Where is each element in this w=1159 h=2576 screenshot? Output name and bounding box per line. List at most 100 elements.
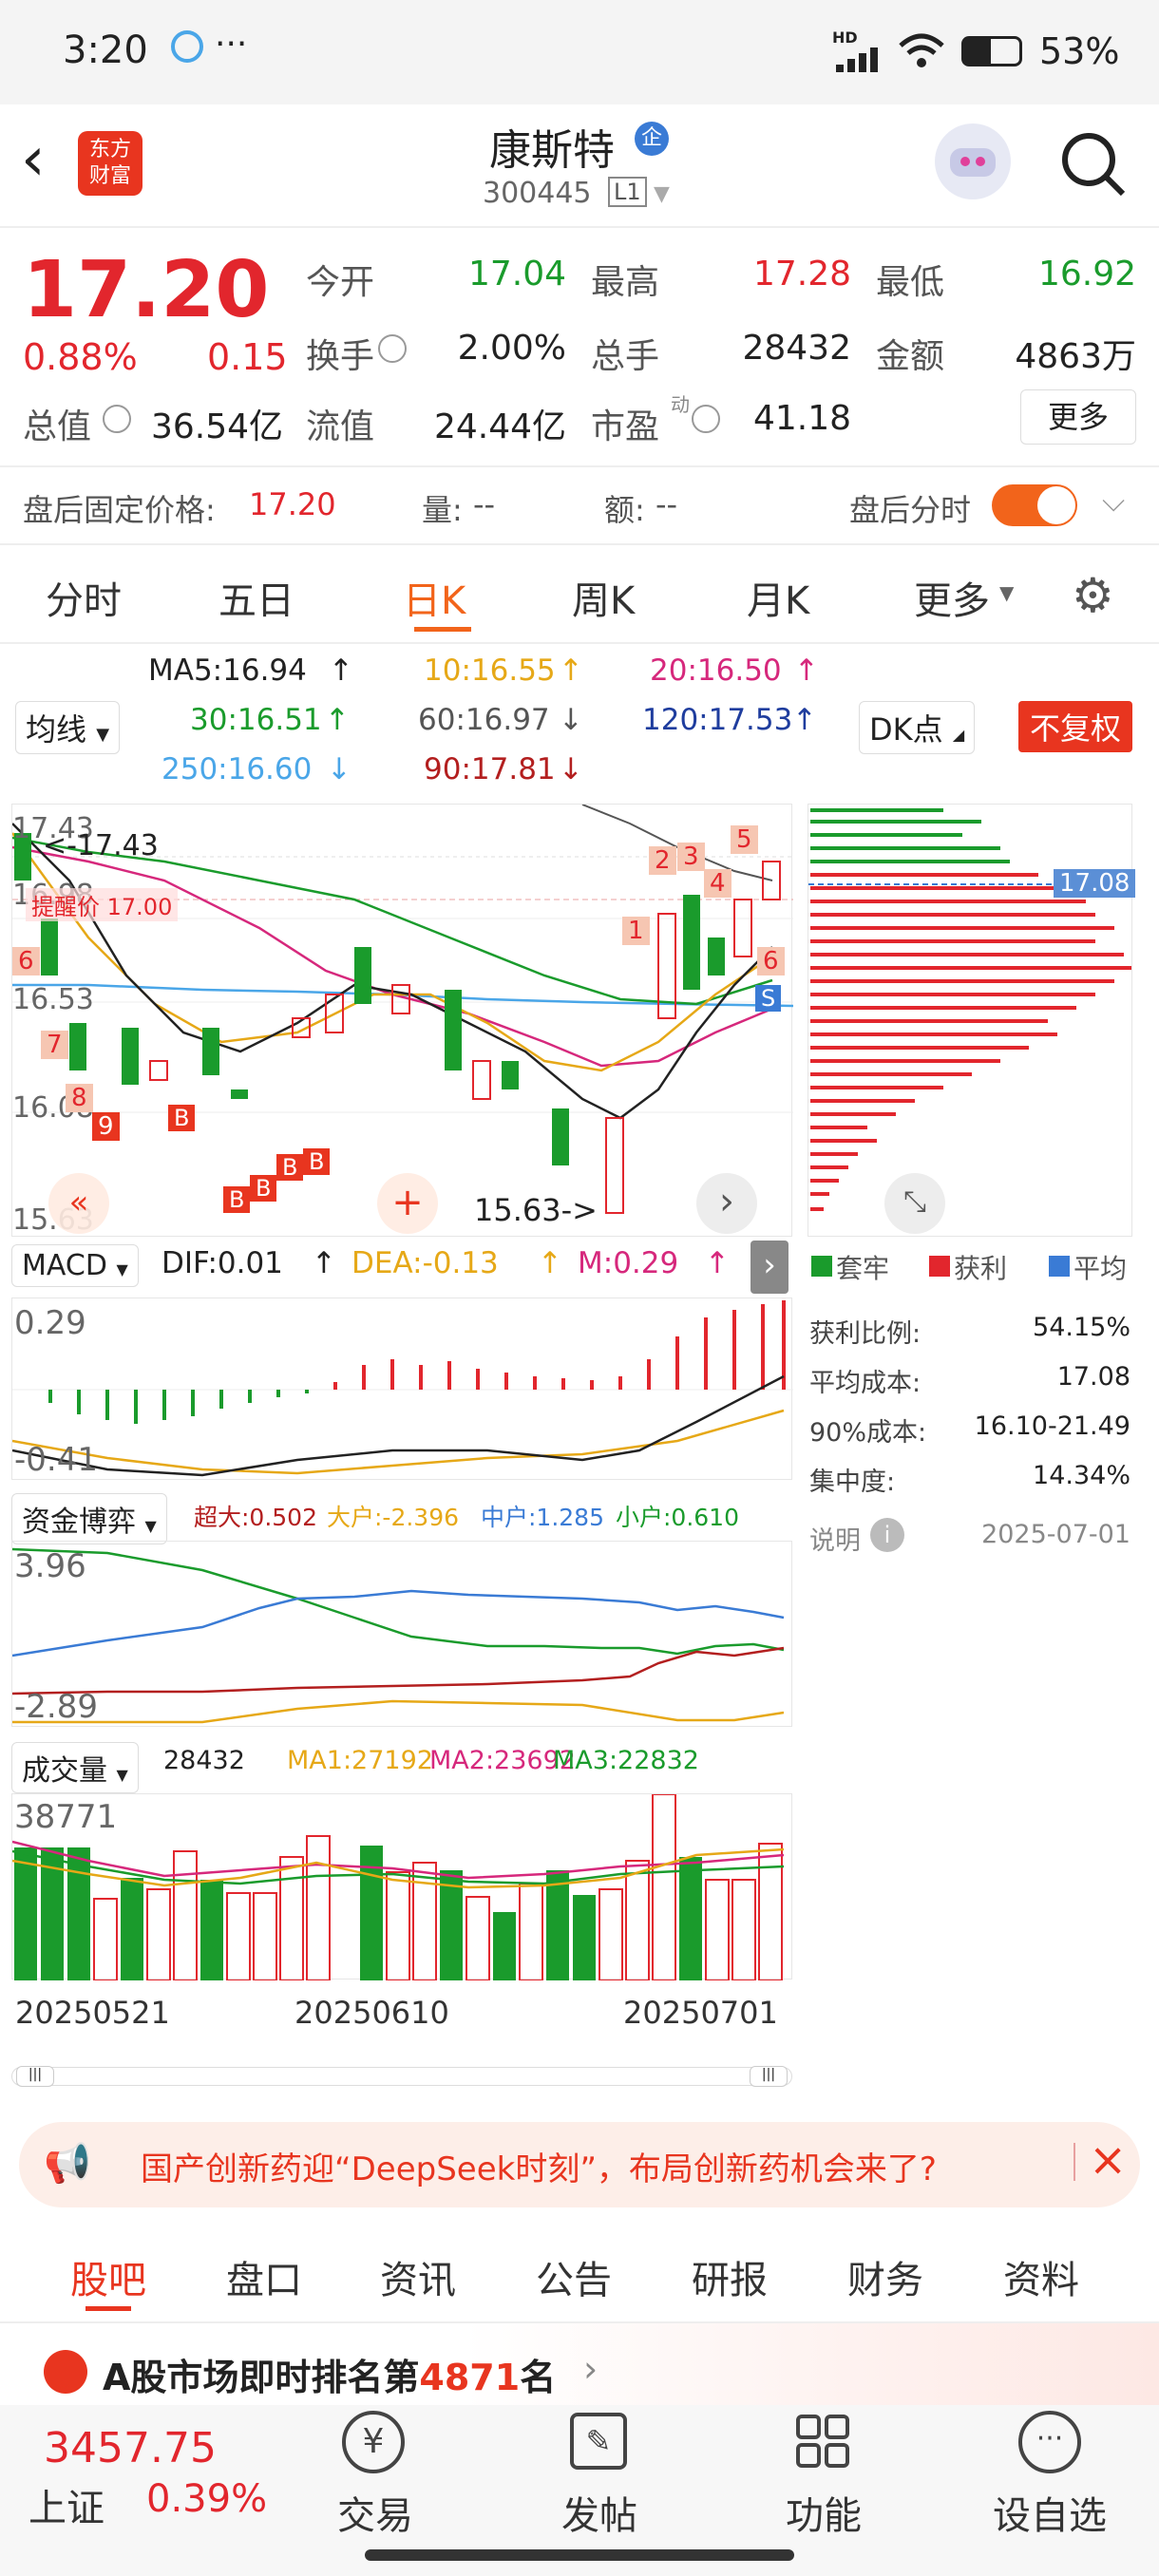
legend-average: 平均	[1074, 1253, 1128, 1284]
buy-marker[interactable]: B	[276, 1154, 304, 1181]
fund-selector[interactable]: 资金博弈 ▼	[11, 1493, 167, 1544]
open-label: 今开	[306, 263, 375, 302]
dk-point-button[interactable]: DK点 ◢	[859, 701, 976, 754]
tab-more[interactable]: 更多	[914, 570, 990, 625]
wifi-icon	[897, 32, 946, 74]
tab-announcement[interactable]: 公告	[536, 2249, 612, 2304]
volume-svg	[11, 1793, 785, 1981]
home-indicator	[365, 2549, 794, 2561]
legend-swatch	[929, 1256, 950, 1277]
index-pct[interactable]: 0.39%	[146, 2477, 267, 2521]
chart-scrollbar[interactable]: ||| |||	[11, 2066, 792, 2087]
enterprise-badge: 企	[635, 122, 669, 156]
gear-icon[interactable]: ⚙	[1072, 568, 1114, 623]
expand-icon[interactable]: ⤡	[884, 1173, 945, 1234]
ma-selector[interactable]: 均线 ▼	[15, 701, 121, 754]
signal-icon	[836, 46, 889, 76]
chevron-right-icon[interactable]: ›	[696, 1173, 757, 1234]
chevron-down-icon[interactable]: ⌵	[1102, 483, 1125, 520]
macd-selector[interactable]: MACD ▼	[11, 1244, 139, 1287]
dea-label: DEA:-0.13	[352, 1246, 499, 1280]
nav-trade[interactable]: 交易	[323, 2485, 428, 2540]
tab-5day[interactable]: 五日	[218, 570, 294, 625]
banner-text[interactable]: 国产创新药迎“DeepSeek时刻”，布局创新药机会来了?	[141, 2143, 937, 2189]
chevron-down-icon[interactable]: ▼	[654, 182, 670, 206]
tab-pankou[interactable]: 盘口	[226, 2249, 302, 2304]
active-tab-indicator	[414, 627, 471, 632]
sell-marker[interactable]: S	[755, 985, 782, 1012]
news-banner[interactable]: 📢 国产创新药迎“DeepSeek时刻”，布局创新药机会来了? ×	[19, 2122, 1140, 2207]
signal-number: 6	[757, 947, 785, 975]
chevron-down-icon[interactable]: ▼	[999, 581, 1014, 604]
more-button[interactable]: 更多	[1020, 389, 1136, 445]
post-icon[interactable]: ✎	[570, 2413, 627, 2470]
level-badge[interactable]: L1	[608, 177, 647, 207]
info-icon[interactable]	[103, 405, 131, 433]
chip-distribution-chart[interactable]: 17.08 ⤡	[808, 804, 1136, 1237]
megaphone-icon: 📢	[44, 2142, 91, 2186]
kline-chart[interactable]: 17.43 <-17.43 16.98 提醒价 17.00 16.53 16.0…	[10, 804, 794, 1237]
signal-number: 3	[677, 843, 705, 871]
status-more-dots: ···	[215, 25, 248, 64]
volume-chart[interactable]: 38771	[11, 1793, 792, 1981]
nav-function[interactable]: 功能	[771, 2485, 876, 2540]
remind-price-label[interactable]: 提醒价 17.00	[26, 888, 179, 921]
close-icon[interactable]: ×	[1089, 2133, 1127, 2187]
ma250-label: 250:16.60	[162, 752, 313, 786]
note-label[interactable]: 说明	[809, 1520, 861, 1557]
index-value[interactable]: 3457.75	[44, 2424, 217, 2472]
tab-research[interactable]: 研报	[692, 2249, 768, 2304]
tab-week-k[interactable]: 周K	[572, 570, 635, 625]
trade-icon[interactable]: ¥	[342, 2411, 405, 2473]
nav-add-favorite[interactable]: 设自选	[978, 2485, 1121, 2540]
vol-top-label: 38771	[14, 1798, 118, 1836]
scroll-handle-right[interactable]: |||	[750, 2066, 788, 2087]
volume-selector[interactable]: 成交量 ▼	[11, 1742, 139, 1793]
ah-vol-value: --	[473, 486, 496, 522]
scroll-left-icon[interactable]: «	[48, 1173, 109, 1234]
fund-chart[interactable]: 3.96 -2.89	[11, 1541, 792, 1727]
chevron-right-icon[interactable]: ›	[750, 1241, 788, 1294]
buy-marker[interactable]: B	[223, 1186, 251, 1213]
bottom-nav: 3457.75 上证 0.39% ¥ 交易 ✎ 发帖 功能 ··· 设自选	[0, 2405, 1159, 2576]
tab-day-k[interactable]: 日K	[403, 570, 466, 625]
ma120-label: 120:17.53	[642, 703, 793, 737]
tab-guba[interactable]: 股吧	[70, 2249, 146, 2304]
signal-number: 6	[12, 947, 40, 975]
chevron-right-icon[interactable]: ›	[583, 2348, 598, 2390]
tab-profile[interactable]: 资料	[1003, 2249, 1079, 2304]
grid-icon[interactable]	[794, 2413, 851, 2473]
more-dots-icon[interactable]: ···	[1018, 2411, 1081, 2473]
low-note: 15.63->	[474, 1192, 598, 1228]
plus-icon[interactable]: +	[377, 1173, 438, 1234]
buy-marker[interactable]: B	[168, 1105, 196, 1131]
up-arrow-icon: ↑	[312, 1246, 336, 1280]
up-arrow-icon: ↑	[325, 703, 350, 737]
amount-label: 金额	[876, 337, 945, 376]
tab-finance[interactable]: 财务	[847, 2249, 923, 2304]
change-value: 0.15	[207, 336, 288, 378]
buy-marker[interactable]: B	[250, 1175, 277, 1202]
active-tab-indicator	[86, 2306, 131, 2311]
back-icon[interactable]: ‹	[21, 129, 46, 190]
signal-number: 9	[92, 1112, 120, 1141]
tab-minute[interactable]: 分时	[46, 570, 122, 625]
search-icon[interactable]	[1058, 129, 1129, 203]
volume-label: 总手	[591, 337, 660, 376]
buy-marker[interactable]: B	[303, 1148, 331, 1175]
rank-row[interactable]: A股市场即时排名第4871名 ›	[0, 2323, 1159, 2405]
nav-post[interactable]: 发帖	[547, 2485, 652, 2540]
scroll-handle-left[interactable]: |||	[16, 2066, 54, 2087]
no-adjust-button[interactable]: 不复权	[1018, 701, 1133, 752]
amount-value: 4863万	[1015, 337, 1136, 376]
macd-chart[interactable]: 0.29 -0.41	[11, 1297, 793, 1480]
robot-assistant-icon[interactable]	[935, 123, 1011, 199]
tab-news[interactable]: 资讯	[380, 2249, 456, 2304]
chip-date: 2025-07-01	[981, 1520, 1130, 1549]
tab-month-k[interactable]: 月K	[747, 570, 809, 625]
after-hours-toggle[interactable]	[992, 484, 1077, 526]
info-icon[interactable]	[378, 334, 407, 363]
index-name[interactable]: 上证	[28, 2477, 104, 2532]
info-icon[interactable]: i	[870, 1518, 904, 1552]
brand-logo[interactable]: 东方 财富	[78, 131, 142, 196]
